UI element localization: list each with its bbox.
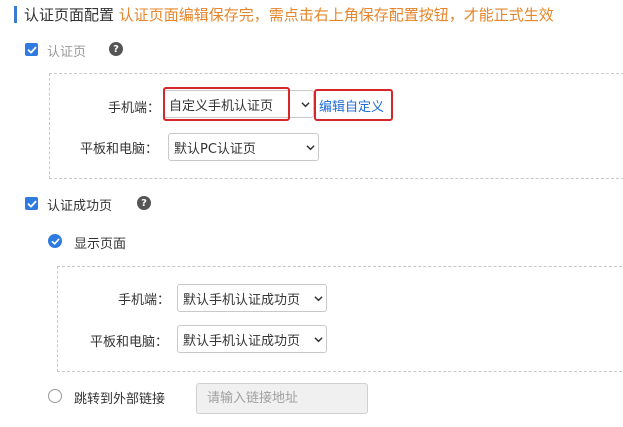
auth-page-config-panel: 认证页面配置 认证页面编辑保存完，需点击右上角保存配置按钮，才能正式生效 认证页… [0, 0, 623, 427]
check-icon [27, 46, 36, 53]
success-tablet-select[interactable]: 默认手机认证成功页 [177, 325, 327, 353]
check-icon [51, 238, 60, 245]
auth-tablet-label: 平板和电脑： [80, 142, 159, 157]
edit-custom-link[interactable]: 编辑自定义 [319, 96, 384, 115]
success-mobile-label: 手机端： [118, 293, 171, 308]
auth-mobile-label: 手机端： [108, 101, 161, 116]
auth-page-label: 认证页 [47, 45, 87, 60]
success-page-label: 认证成功页 [47, 199, 113, 214]
show-page-label: 显示页面 [74, 237, 127, 252]
success-mobile-select[interactable]: 默认手机认证成功页 [177, 284, 327, 312]
show-page-radio[interactable] [48, 234, 62, 248]
success-page-checkbox[interactable] [25, 197, 38, 210]
chevron-down-icon [310, 335, 326, 344]
auth-mobile-highlight [163, 87, 290, 121]
chevron-down-icon [302, 143, 318, 152]
auth-tablet-select-value: 默认PC认证页 [174, 141, 256, 157]
auth-tablet-select[interactable]: 默认PC认证页 [168, 133, 319, 161]
success-tablet-label: 平板和电脑： [90, 335, 169, 350]
help-icon[interactable]: ? [137, 196, 151, 210]
external-link-input[interactable] [196, 383, 368, 414]
auth-page-checkbox[interactable] [25, 43, 38, 56]
redirect-label: 跳转到外部链接 [74, 392, 166, 407]
success-page-options-box [57, 266, 623, 372]
save-notice: 认证页面编辑保存完，需点击右上角保存配置按钮，才能正式生效 [118, 6, 554, 24]
chevron-down-icon [297, 100, 313, 109]
title-accent-bar [14, 6, 17, 23]
chevron-down-icon [310, 294, 326, 303]
page-title: 认证页面配置 认证页面编辑保存完，需点击右上角保存配置按钮，才能正式生效 [24, 4, 554, 25]
redirect-radio[interactable] [48, 389, 62, 403]
help-icon[interactable]: ? [109, 42, 123, 56]
success-tablet-select-value: 默认手机认证成功页 [183, 333, 301, 349]
page-title-text: 认证页面配置 [24, 6, 115, 24]
success-mobile-select-value: 默认手机认证成功页 [183, 292, 301, 308]
check-icon [27, 200, 36, 207]
auth-mobile-select-wrap: 自定义手机认证页 [163, 87, 314, 121]
